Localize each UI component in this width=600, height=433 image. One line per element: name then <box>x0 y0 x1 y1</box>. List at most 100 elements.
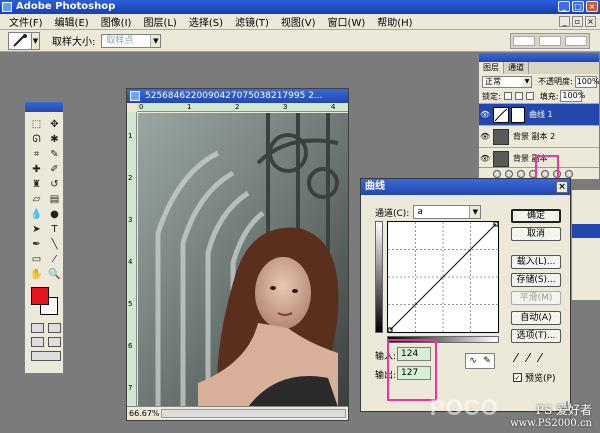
layer-style-icon[interactable] <box>505 169 513 178</box>
shape-tool-icon[interactable]: ╲ <box>47 238 62 251</box>
magic-wand-tool-icon[interactable]: ✱ <box>47 133 62 146</box>
tab-layers[interactable]: 图层 <box>479 62 504 74</box>
menu-view[interactable]: 视图(V) <box>275 14 322 29</box>
add-mask-icon[interactable] <box>517 169 525 178</box>
blur-tool-icon[interactable]: 💧 <box>29 208 44 221</box>
doc-restore-icon[interactable]: ▫ <box>572 16 583 27</box>
highlight-input-output <box>387 339 437 401</box>
eraser-tool-icon[interactable]: ▱ <box>29 193 44 206</box>
path-select-icon[interactable]: ➤ <box>29 223 44 236</box>
notes-tool-icon[interactable]: ▭ <box>29 253 44 266</box>
load-button[interactable]: 载入(L)... <box>511 255 561 269</box>
canvas-photo[interactable] <box>138 113 348 407</box>
blend-mode-select[interactable]: 正常 ▼ <box>482 75 532 88</box>
gray-point-eyedropper-icon[interactable]: ⁄ <box>527 351 529 365</box>
side-panel-strip <box>571 190 600 300</box>
toolbox-header[interactable] <box>25 102 63 112</box>
screen-mode-standard-icon[interactable] <box>31 337 44 347</box>
preview-checkbox[interactable]: ✓ <box>513 373 522 382</box>
layer-mask-thumb[interactable] <box>511 106 525 123</box>
auto-button[interactable]: 自动(A) <box>511 311 561 325</box>
healing-brush-icon[interactable]: ✚ <box>29 163 44 176</box>
curve-point-tool-icon[interactable]: ∿ <box>469 356 477 366</box>
doc-close-icon[interactable]: × <box>585 16 596 27</box>
tab-channels[interactable]: 通道 <box>504 62 529 74</box>
minimize-icon[interactable]: _ <box>558 1 570 12</box>
opacity-input[interactable]: 100% <box>574 75 600 88</box>
menu-window[interactable]: 窗口(W) <box>322 14 372 29</box>
menu-help[interactable]: 帮助(H) <box>371 14 418 29</box>
document-titlebar[interactable]: 5256846220090427075038217995 2... <box>127 89 348 103</box>
quick-mask-icon[interactable] <box>48 323 61 333</box>
lock-position-icon[interactable] <box>525 92 534 100</box>
ok-button[interactable]: 确定 <box>511 209 561 223</box>
pen-tool-icon[interactable]: ✒ <box>29 238 44 251</box>
foreground-color-swatch[interactable] <box>31 287 49 305</box>
preview-checkbox-row[interactable]: ✓ 预览(P) <box>513 371 555 384</box>
smooth-button[interactable]: 平滑(M) <box>511 291 561 305</box>
link-layers-icon[interactable] <box>493 169 501 178</box>
zoom-tool-icon[interactable]: 🔍 <box>47 268 62 281</box>
menu-filter[interactable]: 滤镜(T) <box>229 14 275 29</box>
layer-name: 背景 副本 2 <box>513 132 556 141</box>
pencil-tool-icon[interactable]: ✎ <box>483 356 491 366</box>
layers-panel-header[interactable] <box>479 53 599 62</box>
horizontal-scrollbar[interactable] <box>161 409 346 418</box>
menu-file[interactable]: 文件(F) <box>3 14 49 29</box>
doc-window-controls: _ ▫ × <box>559 16 596 27</box>
hand-tool-icon[interactable]: ✋ <box>29 268 44 281</box>
maximize-icon[interactable]: □ <box>572 1 584 12</box>
fill-input[interactable]: 100% <box>560 90 585 102</box>
zoom-level[interactable]: 66.67% <box>129 407 160 420</box>
ruler-horizontal[interactable]: 0 1 2 3 4 <box>137 103 348 112</box>
marquee-tool-icon[interactable]: ⬚ <box>29 118 44 131</box>
close-icon[interactable]: × <box>586 1 598 12</box>
white-point-eyedropper-icon[interactable]: ⁄ <box>539 351 541 365</box>
imageready-icon[interactable] <box>31 351 61 361</box>
menu-layer[interactable]: 图层(L) <box>137 14 182 29</box>
type-tool-icon[interactable]: T <box>47 223 62 236</box>
eye-icon[interactable]: 👁 <box>480 132 490 141</box>
ruler-tick: 1 <box>187 103 192 111</box>
menu-image[interactable]: 图像(I) <box>95 14 138 29</box>
curves-titlebar[interactable]: 曲线 × <box>361 179 570 195</box>
black-point-eyedropper-icon[interactable]: ⁄ <box>515 351 517 365</box>
clone-stamp-icon[interactable]: ♜ <box>29 178 44 191</box>
curve-graph[interactable] <box>387 221 499 333</box>
menu-edit[interactable]: 编辑(E) <box>49 14 95 29</box>
cancel-button[interactable]: 取消 <box>511 227 561 241</box>
lock-image-icon[interactable] <box>514 92 523 100</box>
dodge-tool-icon[interactable]: ● <box>47 208 62 221</box>
layer-row-curves[interactable]: 👁 曲线 1 <box>479 103 599 125</box>
options-button[interactable]: 选项(T)... <box>511 329 561 343</box>
eye-icon[interactable]: 👁 <box>480 110 490 119</box>
lasso-tool-icon[interactable]: ᘏ <box>29 133 44 146</box>
history-brush-icon[interactable]: ↺ <box>47 178 62 191</box>
slice-tool-icon[interactable]: ✎ <box>47 148 62 161</box>
palette-well[interactable] <box>510 33 590 49</box>
doc-minimize-icon[interactable]: _ <box>559 16 570 27</box>
ruler-tick: 4 <box>331 103 336 111</box>
channel-select[interactable]: a ▼ <box>413 205 482 219</box>
ruler-vertical[interactable]: 1 2 3 4 5 6 7 <box>127 112 137 406</box>
standard-mode-icon[interactable] <box>31 323 44 333</box>
chevron-down-icon: ▼ <box>523 76 531 87</box>
screen-mode-full-icon[interactable] <box>48 337 61 347</box>
menu-select[interactable]: 选择(S) <box>183 14 229 29</box>
lock-transparency-icon[interactable] <box>503 92 512 100</box>
layer-row-bg-copy-2[interactable]: 👁 背景 副本 2 <box>479 125 599 147</box>
gradient-tool-icon[interactable]: ▤ <box>47 193 62 206</box>
move-tool-icon[interactable]: ✥ <box>47 118 62 131</box>
crop-tool-icon[interactable]: ⌗ <box>29 148 44 161</box>
sample-size-select[interactable]: 取样点 ▼ <box>101 33 162 48</box>
delete-layer-icon[interactable] <box>565 169 573 178</box>
close-icon[interactable]: × <box>556 181 568 193</box>
tool-preset-arrow-icon[interactable]: ▼ <box>32 31 40 50</box>
eye-icon[interactable]: 👁 <box>480 154 490 163</box>
tool-preset-picker[interactable] <box>8 31 32 50</box>
chevron-down-icon: ▼ <box>150 34 161 47</box>
screen-mode-row <box>25 333 63 347</box>
save-button[interactable]: 存储(S)... <box>511 273 561 287</box>
brush-tool-icon[interactable]: ✐ <box>47 163 62 176</box>
eyedropper-tool-icon[interactable]: ⁄ <box>47 253 62 266</box>
